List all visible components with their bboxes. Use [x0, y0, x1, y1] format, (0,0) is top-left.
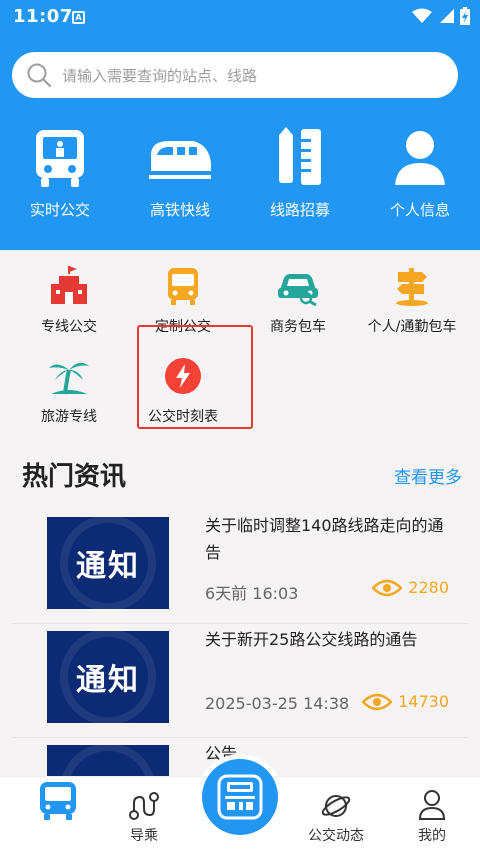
news-item-time: 2025-03-25 14:38: [205, 694, 350, 713]
bus-front-icon: [36, 130, 84, 187]
news-item-views: 2280: [372, 578, 449, 597]
nav-label: 线路招募: [269, 201, 330, 219]
service-label: 旅游专线: [41, 409, 97, 425]
news-more-link[interactable]: 查看更多: [394, 463, 462, 488]
news-item-views: 14730: [362, 692, 449, 711]
app-screen: 11:07 A 请输入需要查询的站点、线路 实时公交 高铁快线 线路招募 个人信…: [0, 0, 480, 852]
signal-icon: [440, 9, 454, 23]
news-section-title: 热门资讯: [22, 462, 127, 492]
eye-icon: [362, 693, 393, 710]
system-icons: [412, 7, 470, 25]
search-icon: [27, 63, 52, 88]
route-guide-icon: [129, 792, 159, 820]
thumb-text: 通知: [76, 549, 140, 584]
tab-mine[interactable]: 我的: [384, 777, 480, 852]
nav-route-recruit[interactable]: 线路招募: [240, 125, 360, 220]
status-bar: 11:07 A: [0, 0, 480, 36]
bus-yellow-icon: [168, 268, 198, 305]
news-thumbnail: 通知: [47, 631, 169, 723]
service-special-line-bus[interactable]: 专线公交: [10, 262, 128, 336]
station-building-icon: [51, 266, 87, 304]
tab-label: 我的: [418, 828, 446, 844]
tab-label: 公交动态: [308, 828, 364, 844]
nav-high-speed-rail[interactable]: 高铁快线: [120, 125, 240, 220]
tab-label: 导乘: [130, 828, 158, 844]
news-thumbnail: 通知: [47, 517, 169, 609]
planet-icon: [321, 795, 351, 817]
tab-guide[interactable]: 导乘: [96, 777, 192, 852]
bus-tab-icon: [40, 782, 76, 820]
high-speed-train-icon: [149, 141, 211, 179]
nav-personal-info[interactable]: 个人信息: [360, 125, 480, 220]
news-item[interactable]: 通知 关于临时调整140路线路走向的通告 6天前 16:03 2280: [12, 510, 468, 624]
news-item-title: 关于新开25路公交线路的通告: [205, 630, 418, 649]
search-bar[interactable]: 请输入需要查询的站点、线路: [12, 52, 458, 98]
nav-label: 个人信息: [389, 201, 450, 219]
signpost-icon: [396, 268, 428, 306]
wifi-icon: [412, 8, 432, 23]
service-label: 专线公交: [41, 319, 97, 335]
service-commute-charter[interactable]: 个人/通勤包车: [353, 262, 471, 336]
service-label: 个人/通勤包车: [367, 319, 457, 335]
car-key-icon: [278, 274, 318, 306]
eye-icon: [372, 579, 403, 596]
user-icon: [418, 790, 446, 820]
news-item-time: 6天前 16:03: [205, 584, 299, 603]
battery-icon: [460, 7, 470, 25]
route-recruit-icon: [279, 127, 321, 185]
thumb-text: 通知: [76, 663, 140, 698]
person-icon: [395, 131, 445, 185]
top-nav: 实时公交 高铁快线 线路招募 个人信息: [0, 125, 480, 220]
news-item-title: 关于临时调整140路线路走向的通告: [205, 516, 444, 562]
qr-scan-icon: [217, 774, 263, 820]
views-count: 14730: [398, 692, 449, 711]
nav-label: 实时公交: [29, 201, 90, 219]
tab-bus-dynamics[interactable]: 公交动态: [288, 777, 384, 852]
views-count: 2280: [408, 578, 449, 597]
search-placeholder: 请输入需要查询的站点、线路: [62, 66, 258, 85]
palm-tree-icon: [49, 362, 89, 395]
service-tourist-line[interactable]: 旅游专线: [10, 352, 128, 426]
news-item[interactable]: 通知 关于新开25路公交线路的通告 2025-03-25 14:38 14730: [12, 624, 468, 738]
service-label: 商务包车: [270, 319, 326, 335]
highlight-box: [137, 325, 253, 429]
status-time: 11:07: [13, 6, 73, 27]
notification-icon: A: [72, 11, 85, 24]
nav-label: 高铁快线: [149, 201, 210, 219]
nav-realtime-bus[interactable]: 实时公交: [0, 125, 120, 220]
tab-bus[interactable]: [10, 777, 106, 852]
scan-button[interactable]: [197, 754, 283, 840]
service-business-charter[interactable]: 商务包车: [239, 262, 357, 336]
